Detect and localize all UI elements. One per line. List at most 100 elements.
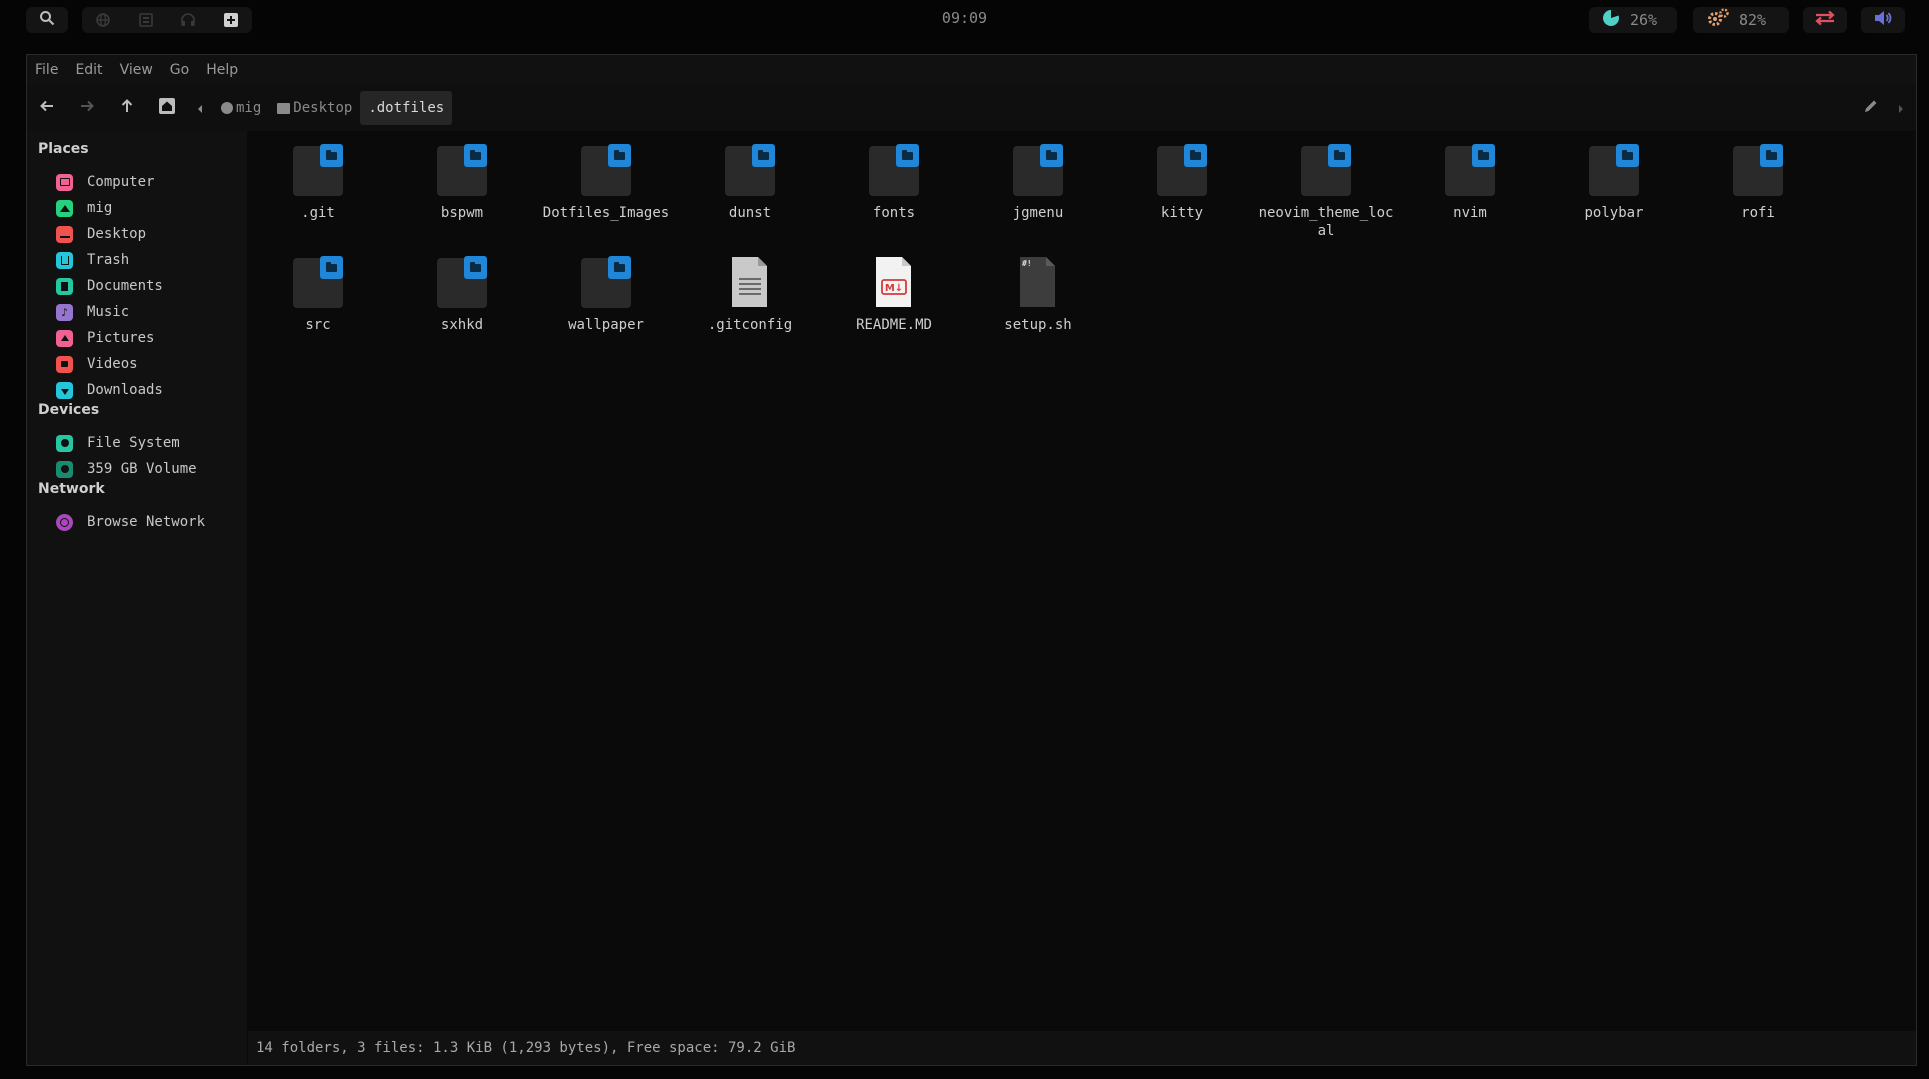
file-item[interactable]: sxhkd — [392, 256, 532, 334]
window-icon[interactable] — [134, 8, 158, 32]
devices-title: Devices — [38, 402, 100, 418]
download-icon — [56, 381, 73, 399]
menu-file[interactable]: File — [35, 62, 58, 78]
arrow-right-icon — [79, 98, 95, 118]
crumb-mig[interactable]: mig — [213, 91, 269, 125]
file-item[interactable]: jgmenu — [968, 144, 1108, 222]
folder-icon — [437, 256, 487, 308]
home-button[interactable] — [147, 88, 187, 128]
search-icon — [39, 10, 55, 30]
folder-icon — [1445, 144, 1495, 196]
edit-location-button[interactable] — [1856, 88, 1886, 128]
file-item[interactable]: wallpaper — [536, 256, 676, 334]
folder-icon — [437, 144, 487, 196]
crumb-label: Desktop — [293, 100, 353, 116]
drive-icon — [56, 460, 73, 478]
cpu-widget[interactable]: 26% — [1589, 7, 1677, 33]
file-name: setup.sh — [1004, 317, 1072, 333]
menu-edit[interactable]: Edit — [75, 62, 102, 78]
file-name: fonts — [872, 205, 916, 221]
sidebar-item-label: mig — [87, 200, 113, 216]
status-text: 14 folders, 3 files: 1.3 KiB (1,293 byte… — [256, 1040, 796, 1056]
places-title: Places — [38, 141, 89, 157]
gears-icon — [1707, 8, 1729, 32]
file-name: .gitconfig — [707, 317, 793, 333]
sidebar-item-downloads[interactable]: Downloads — [27, 375, 247, 405]
folder-icon — [1013, 144, 1063, 196]
breadcrumb-scroll-left[interactable] — [187, 88, 213, 128]
file-name: nvim — [1453, 205, 1487, 221]
file-name: jgmenu — [1012, 205, 1064, 221]
sidebar-item-label: Videos — [87, 356, 138, 372]
sidebar-item-browse-network[interactable]: Browse Network — [27, 507, 247, 537]
memory-widget[interactable]: 82% — [1693, 7, 1789, 33]
file-item[interactable]: .gitconfig — [680, 256, 820, 334]
sidebar-item-label: Downloads — [87, 382, 163, 398]
markdown-badge: M↓ — [885, 283, 903, 294]
up-button[interactable] — [107, 88, 147, 128]
folder-icon — [1589, 144, 1639, 196]
folder-icon — [581, 144, 631, 196]
file-manager-window: File Edit View Go Help mig Desktop .dotf… — [26, 54, 1917, 1066]
markdown-file-icon: M↓ — [869, 256, 919, 308]
menu-bar: File Edit View Go Help — [27, 55, 1916, 85]
file-item[interactable]: .git — [248, 144, 388, 222]
folder-icon — [1157, 144, 1207, 196]
file-name: src — [305, 317, 331, 333]
file-item[interactable]: src — [248, 256, 388, 334]
file-item[interactable]: #! setup.sh — [968, 256, 1108, 334]
caret-left-icon — [196, 99, 204, 118]
file-item[interactable]: dunst — [680, 144, 820, 222]
file-item[interactable]: Dotfiles_Images — [536, 144, 676, 222]
music-note-icon: ♪ — [56, 303, 73, 321]
file-item[interactable]: bspwm — [392, 144, 532, 222]
crumb-dotfiles[interactable]: .dotfiles — [360, 91, 453, 125]
menu-help[interactable]: Help — [206, 62, 238, 78]
file-item[interactable]: rofi — [1688, 144, 1828, 222]
folder-icon — [581, 256, 631, 308]
back-button[interactable] — [27, 88, 67, 128]
network-title: Network — [38, 481, 105, 497]
folder-icon — [293, 256, 343, 308]
search-button[interactable] — [26, 7, 68, 33]
file-item[interactable]: kitty — [1112, 144, 1252, 222]
sidebar-item-label: Computer — [87, 174, 155, 190]
sidebar-item-label: Music — [87, 304, 130, 320]
file-item[interactable]: polybar — [1544, 144, 1684, 222]
status-bar: 14 folders, 3 files: 1.3 KiB (1,293 byte… — [248, 1031, 1916, 1065]
pie-chart-icon — [1602, 9, 1620, 31]
file-name: kitty — [1160, 205, 1204, 221]
sidebar-item-label: Desktop — [87, 226, 147, 242]
workspace-switcher — [82, 7, 252, 33]
breadcrumb-scroll-right[interactable] — [1886, 88, 1916, 128]
file-name: rofi — [1741, 205, 1775, 221]
folder-icon — [1733, 144, 1783, 196]
arrow-left-icon — [39, 98, 55, 118]
sidebar: Places Computer mig Desktop Trash Docume… — [27, 131, 247, 1065]
home-icon — [56, 199, 73, 217]
globe-icon — [56, 513, 73, 531]
volume-widget[interactable] — [1861, 7, 1905, 33]
pencil-icon — [1863, 98, 1879, 118]
file-item[interactable]: M↓ README.MD — [824, 256, 964, 334]
network-widget[interactable] — [1803, 7, 1847, 33]
sidebar-item-volume[interactable]: 359 GB Volume — [27, 454, 247, 484]
file-item[interactable]: neovim_theme_local — [1256, 144, 1396, 240]
forward-button[interactable] — [67, 88, 107, 128]
menu-view[interactable]: View — [120, 62, 153, 78]
caret-right-icon — [1897, 99, 1905, 118]
breadcrumb: mig Desktop .dotfiles — [213, 91, 453, 125]
file-item[interactable]: nvim — [1400, 144, 1540, 222]
arrow-up-icon — [119, 98, 135, 118]
folder-icon — [293, 144, 343, 196]
drive-icon — [56, 434, 73, 452]
headphones-icon[interactable] — [176, 8, 200, 32]
computer-icon — [56, 173, 73, 191]
plus-icon[interactable] — [219, 8, 243, 32]
file-item[interactable]: fonts — [824, 144, 964, 222]
crumb-label: .dotfiles — [368, 100, 445, 116]
menu-go[interactable]: Go — [170, 62, 189, 78]
crumb-desktop[interactable]: Desktop — [269, 91, 360, 125]
globe-icon[interactable] — [91, 8, 115, 32]
sidebar-item-label: 359 GB Volume — [87, 461, 197, 477]
